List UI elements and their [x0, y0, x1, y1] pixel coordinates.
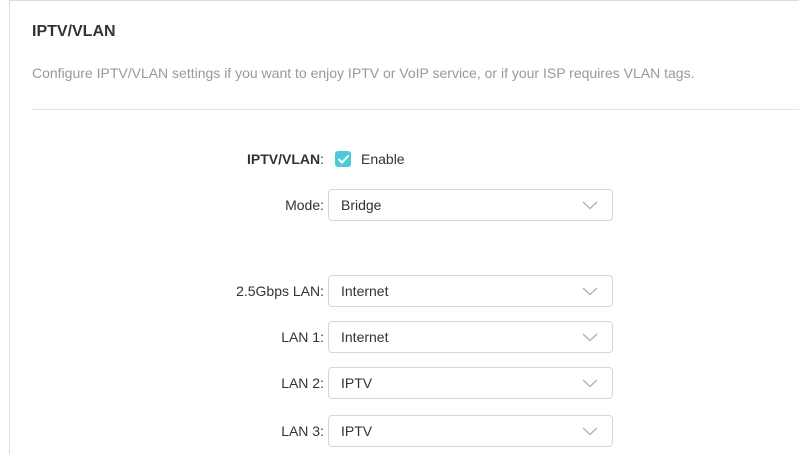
iptv-vlan-label-text: IPTV/VLAN	[246, 151, 321, 167]
iptv-vlan-label-colon: :	[320, 151, 324, 167]
enable-checkbox[interactable]: Enable	[335, 143, 405, 175]
port-select-2-5gbps-lan[interactable]: Internet	[328, 275, 613, 307]
port-row-lan-3: LAN 3: IPTV	[10, 415, 799, 447]
mode-label: Mode:	[285, 197, 324, 213]
port-label: 2.5Gbps LAN:	[236, 283, 324, 299]
enable-checkbox-label: Enable	[361, 151, 405, 167]
chevron-down-icon	[582, 333, 598, 342]
port-label: LAN 3:	[281, 423, 324, 439]
port-row-2-5gbps-lan: 2.5Gbps LAN: Internet	[10, 275, 799, 307]
mode-select-value: Bridge	[341, 197, 382, 213]
check-icon[interactable]	[335, 151, 351, 167]
port-row-lan-2: LAN 2: IPTV	[10, 367, 799, 399]
port-select-lan-2[interactable]: IPTV	[328, 367, 613, 399]
chevron-down-icon	[582, 201, 598, 210]
port-label: LAN 1:	[281, 329, 324, 345]
port-select-value: IPTV	[341, 423, 373, 439]
port-label: LAN 2:	[281, 375, 324, 391]
port-select-lan-3[interactable]: IPTV	[328, 415, 613, 447]
divider	[32, 109, 799, 110]
port-select-value: Internet	[341, 283, 389, 299]
chevron-down-icon	[582, 287, 598, 296]
mode-row: Mode: Bridge	[10, 189, 799, 221]
port-select-value: IPTV	[341, 375, 373, 391]
section-title: IPTV/VLAN	[32, 23, 116, 40]
section-description: Configure IPTV/VLAN settings if you want…	[32, 65, 695, 81]
chevron-down-icon	[582, 427, 598, 436]
chevron-down-icon	[582, 379, 598, 388]
iptv-vlan-label: IPTV/VLAN:	[247, 143, 324, 175]
port-select-lan-1[interactable]: Internet	[328, 321, 613, 353]
iptv-vlan-row: IPTV/VLAN: Enable	[10, 143, 799, 175]
mode-select[interactable]: Bridge	[328, 189, 613, 221]
iptv-vlan-panel: IPTV/VLAN Configure IPTV/VLAN settings i…	[9, 0, 799, 454]
port-select-value: Internet	[341, 329, 389, 345]
port-row-lan-1: LAN 1: Internet	[10, 321, 799, 353]
